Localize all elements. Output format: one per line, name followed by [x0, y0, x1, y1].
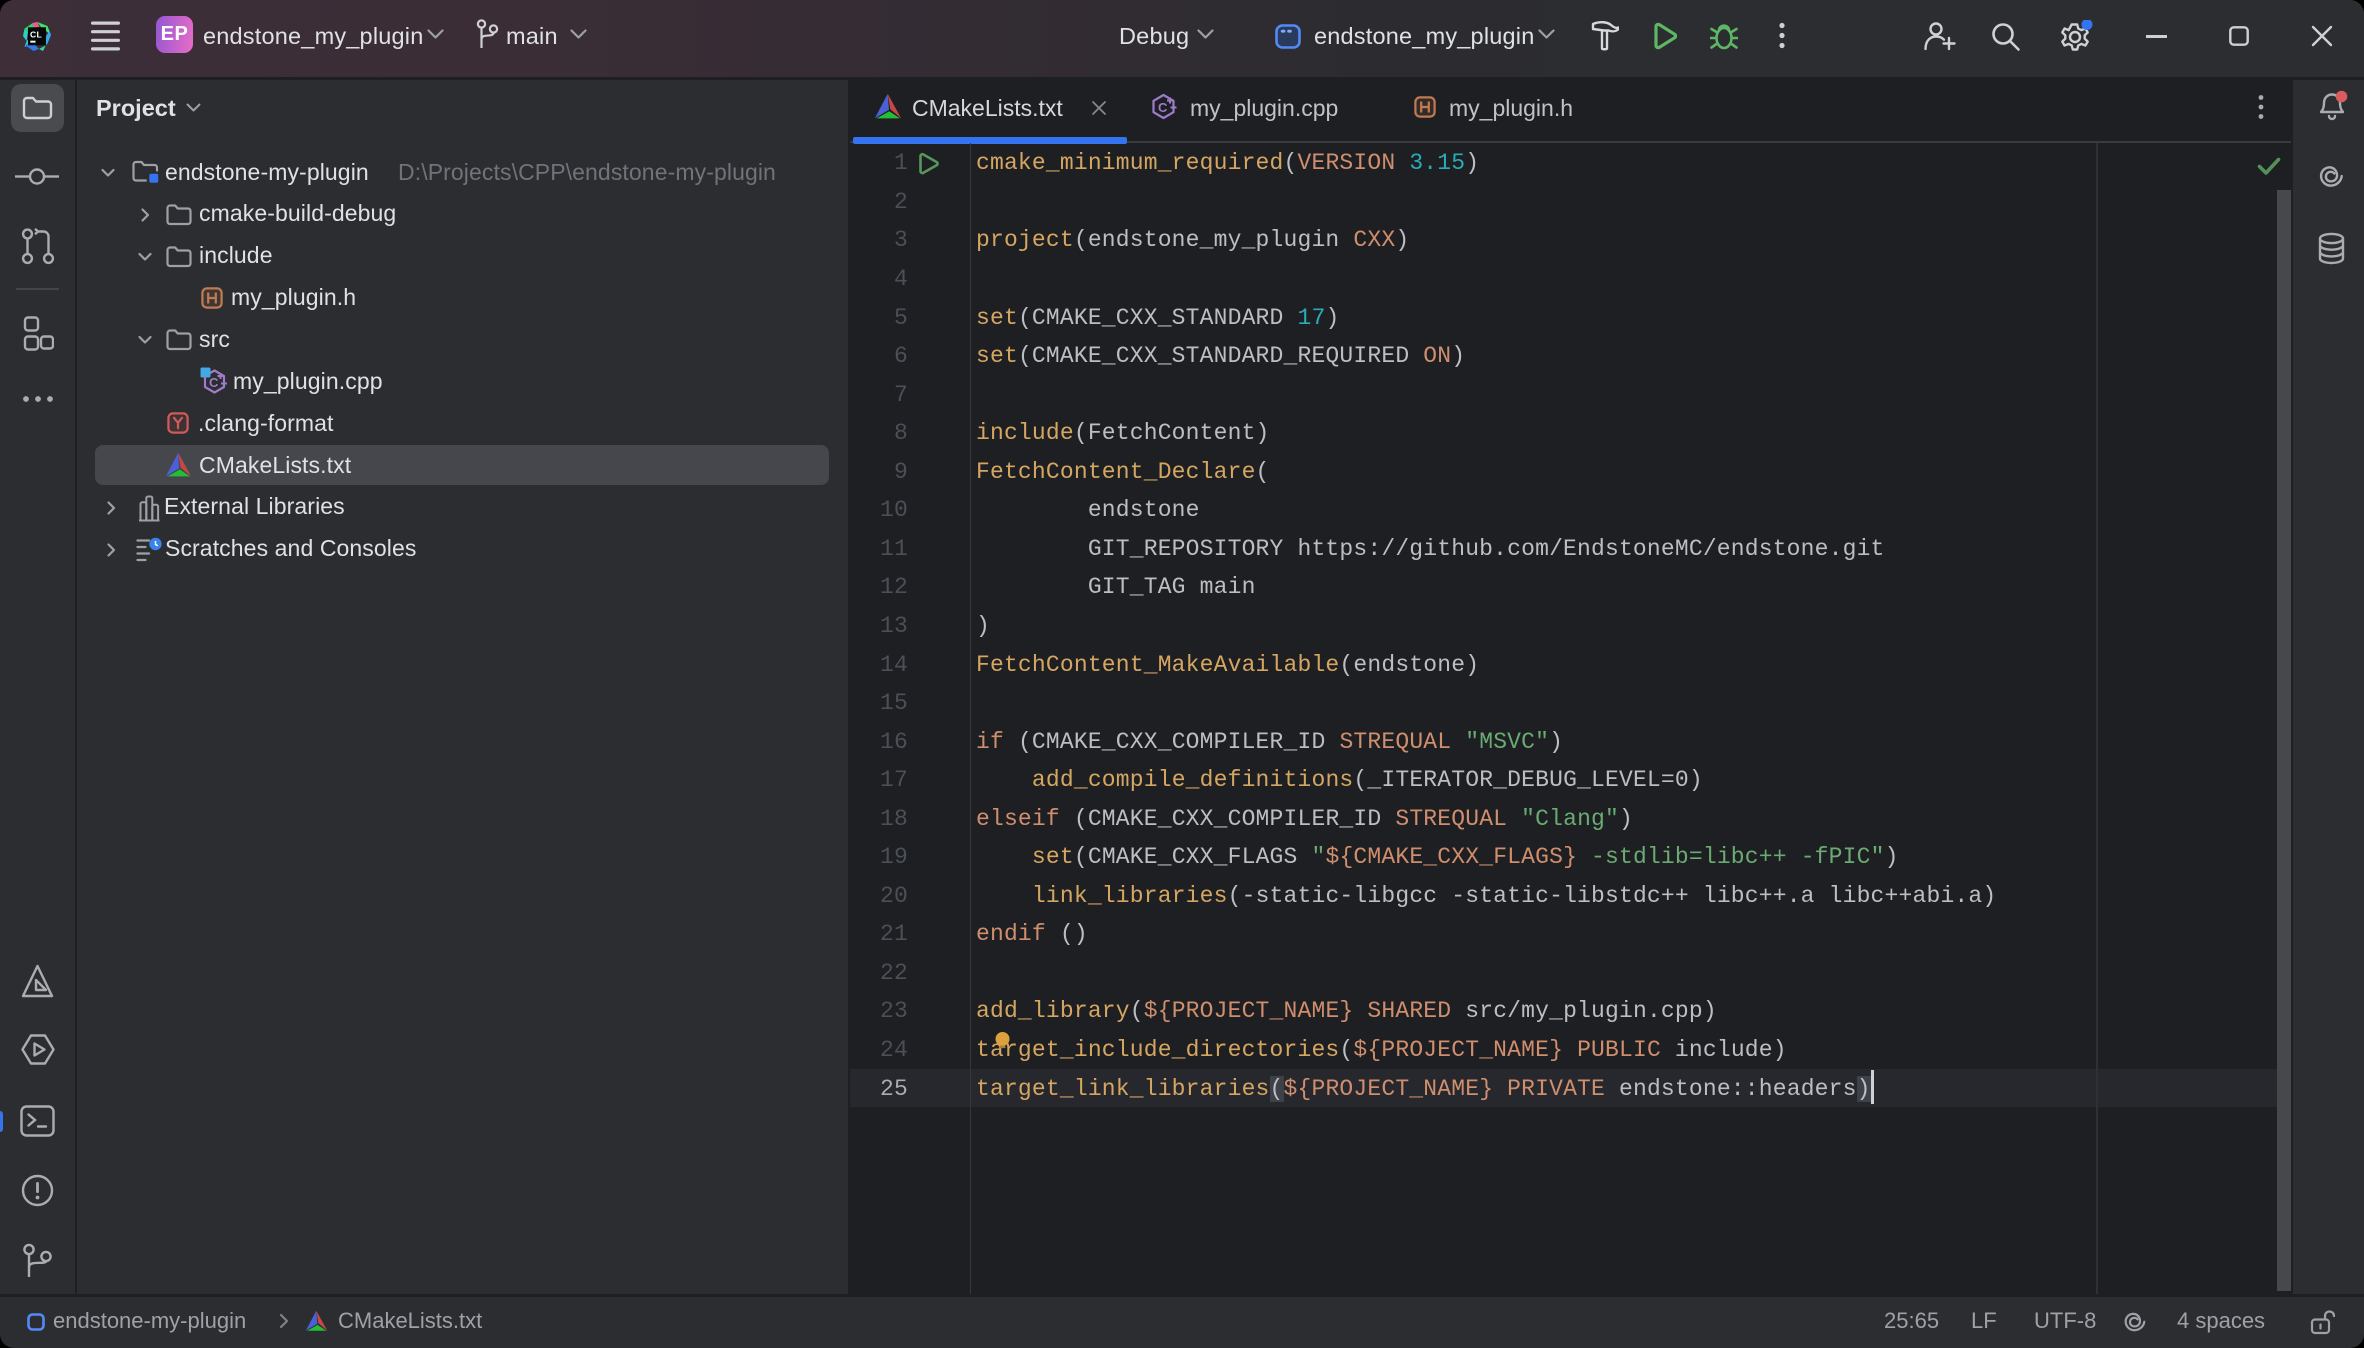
svg-text:C: C — [1158, 100, 1168, 115]
svg-text:CL: CL — [30, 30, 42, 40]
svg-text:C: C — [209, 375, 219, 390]
